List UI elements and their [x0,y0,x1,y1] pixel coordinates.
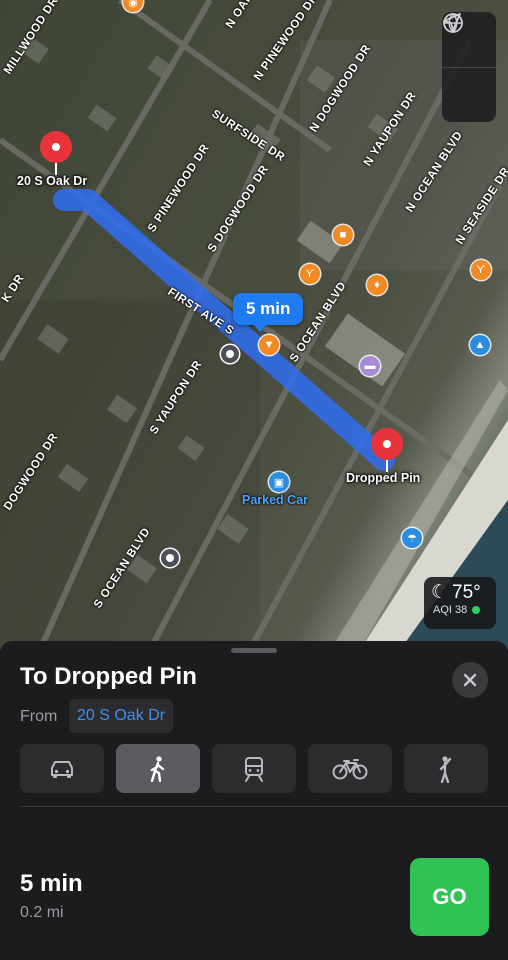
satellite-map[interactable]: MILLWOOD DR N OAK DR N PINEWOOD DR SURFS… [0,0,508,650]
mode-walk-button[interactable] [116,744,200,793]
location-arrow-icon[interactable] [442,13,496,122]
sheet-grabber[interactable] [231,648,277,653]
cocktail-icon[interactable]: ▼ [259,335,279,355]
mode-drive-button[interactable] [20,744,104,793]
mode-cycle-button[interactable] [308,744,392,793]
restaurant-icon[interactable]: ϒ [300,264,320,284]
transport-mode-selector [20,744,489,793]
origin-label[interactable]: 20 S Oak Dr [17,174,87,188]
ride-share-icon [439,755,452,783]
from-location-button[interactable]: 20 S Oak Dr [69,699,174,733]
beach-icon[interactable]: ☂ [402,528,422,548]
from-label: From [20,708,58,725]
bike-icon [332,758,368,779]
close-button[interactable] [452,662,488,698]
sheet-title: To Dropped Pin [20,663,197,690]
route-distance: 0.2 mi [20,904,64,921]
divider [20,806,508,807]
mode-ride-button[interactable] [404,744,488,793]
lodging-icon[interactable]: ■ [333,225,353,245]
car-icon [51,760,73,778]
go-button[interactable]: GO [410,858,489,936]
aqi-status-dot [472,606,481,614]
car-icon[interactable]: ▣ [269,472,289,492]
maps-screen: MILLWOOD DR N OAK DR N PINEWOOD DR SURFS… [0,0,508,960]
temperature: 75° [452,581,481,603]
transit-stop-icon[interactable] [221,345,239,363]
mode-transit-button[interactable] [212,744,296,793]
route-eta-badge[interactable]: 5 min [233,293,304,332]
transit-stop-icon[interactable] [161,549,179,567]
weather-widget[interactable]: ☾ 75° AQI 38 [424,577,496,629]
directions-sheet: To Dropped Pin From 20 S Oak Dr 5 min 0.… [0,641,508,960]
walk-icon [150,755,165,782]
beach-icon[interactable]: ▲ [470,335,490,355]
restaurant-icon[interactable]: ϒ [471,260,491,280]
route-duration: 5 min [20,870,83,897]
hotel-icon[interactable]: ▬ [360,356,380,376]
train-icon [245,756,263,782]
aqi-label: AQI 38 [433,604,468,616]
close-icon [463,673,477,687]
map-controls [442,12,496,122]
bar-icon[interactable]: ♦ [367,275,387,295]
parked-car-label[interactable]: Parked Car [242,493,308,507]
moon-cloud-icon: ☾ [431,582,449,603]
destination-label[interactable]: Dropped Pin [346,471,420,485]
